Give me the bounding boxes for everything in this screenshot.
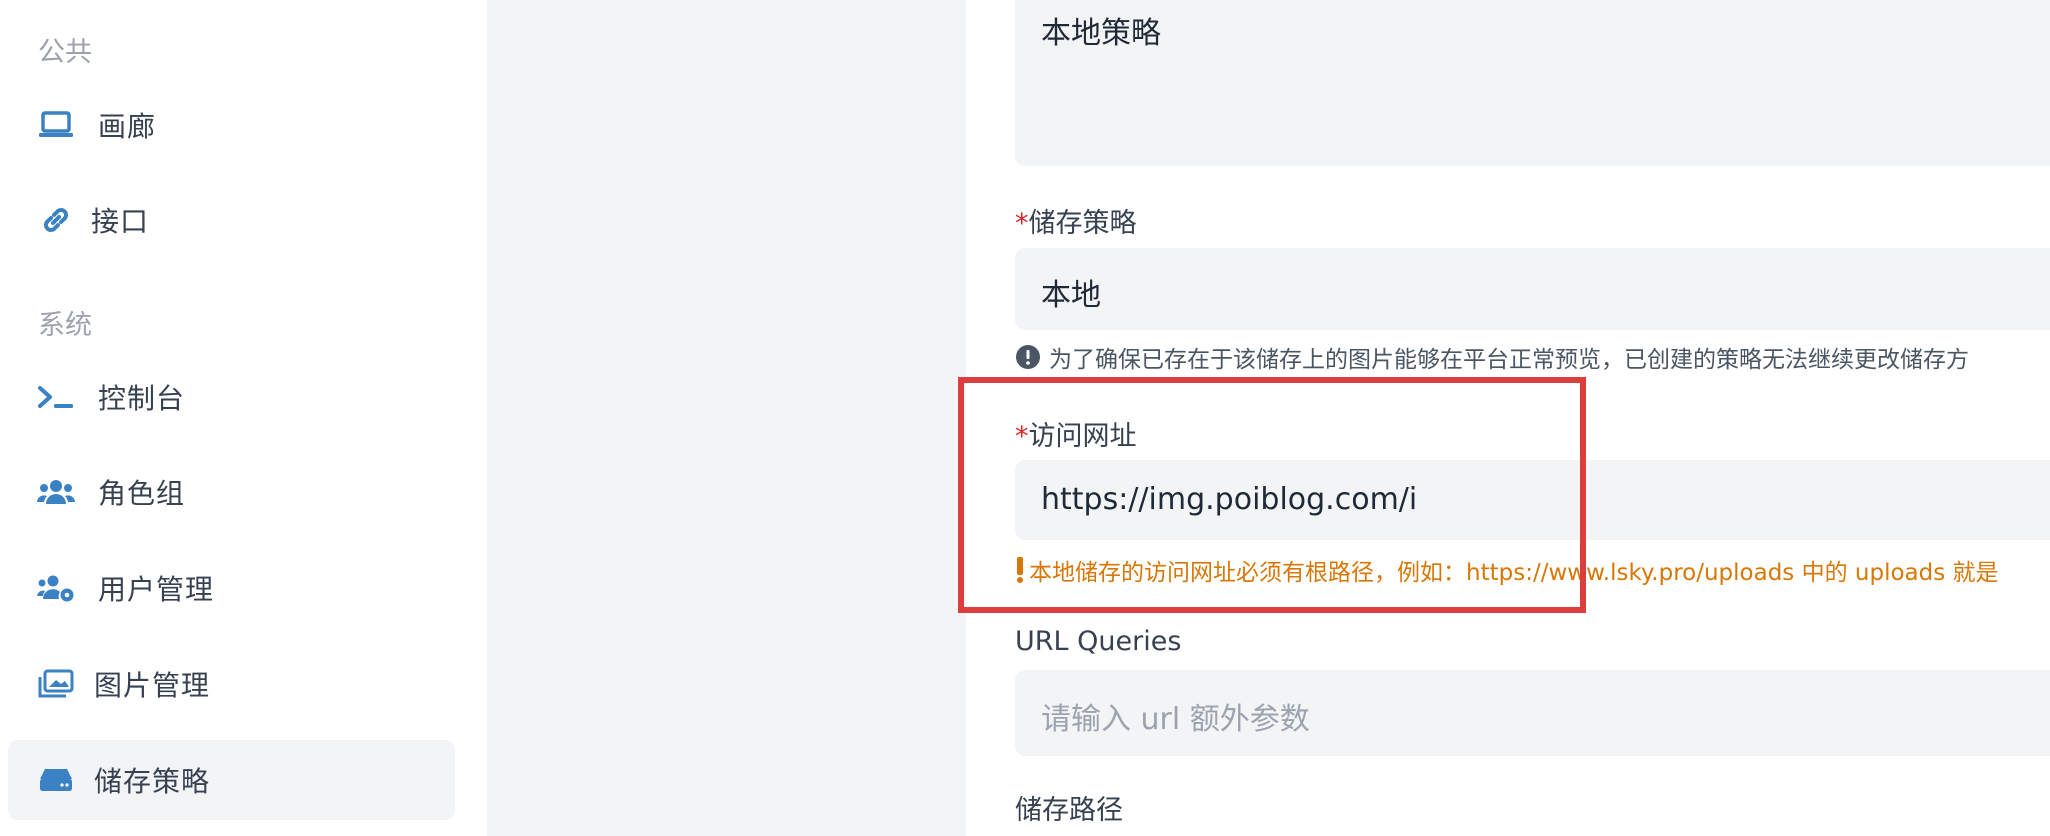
section-title-system: 系统: [38, 310, 92, 341]
storage-strategy-select[interactable]: 本地: [1015, 248, 2050, 330]
sidebar: 公共 画廊 接口 系统 控制台 角色组 用户管理 图片管理 储存策略: [0, 0, 487, 836]
terminal-icon: [36, 379, 76, 415]
link-icon: [36, 202, 76, 238]
storage-strategy-label: *储存策略: [1015, 208, 1137, 239]
sidebar-item-roles[interactable]: 角色组: [8, 452, 455, 532]
section-title-public: 公共: [38, 37, 92, 68]
sidebar-item-label: 储存策略: [94, 765, 211, 798]
sidebar-item-gallery[interactable]: 画廊: [8, 85, 455, 165]
sidebar-item-users[interactable]: 用户管理: [8, 548, 455, 628]
highlight-box: [958, 377, 1586, 613]
info-circle-icon: [1015, 344, 1041, 370]
sidebar-item-console[interactable]: 控制台: [8, 357, 455, 437]
sidebar-item-label: 画廊: [98, 110, 157, 143]
url-queries-label: URL Queries: [1015, 626, 1182, 657]
users-icon: [36, 474, 76, 510]
sidebar-item-label: 控制台: [98, 382, 186, 415]
sidebar-item-label: 用户管理: [98, 573, 215, 606]
storage-strategy-hint: 为了确保已存在于该储存上的图片能够在平台正常预览，已创建的策略无法继续更改储存方: [1015, 340, 1969, 374]
storage-path-label: 储存路径: [1015, 795, 1123, 826]
sidebar-item-images[interactable]: 图片管理: [8, 644, 455, 724]
sidebar-item-api[interactable]: 接口: [8, 180, 455, 260]
laptop-icon: [36, 107, 76, 143]
sidebar-item-storage[interactable]: 储存策略: [8, 740, 455, 820]
hard-drive-icon: [36, 762, 76, 798]
users-gear-icon: [36, 570, 76, 606]
url-queries-input[interactable]: 请输入 url 额外参数: [1015, 670, 2050, 756]
sidebar-item-label: 角色组: [98, 477, 186, 510]
storage-strategy-value: 本地: [1041, 278, 1101, 313]
policy-description-textarea[interactable]: 本地策略: [1015, 0, 2050, 166]
policy-description-value: 本地策略: [1041, 16, 1161, 51]
images-icon: [36, 666, 76, 702]
sidebar-item-label: 接口: [91, 205, 150, 238]
url-queries-placeholder: 请输入 url 额外参数: [1041, 702, 1310, 737]
sidebar-item-label: 图片管理: [94, 669, 211, 702]
